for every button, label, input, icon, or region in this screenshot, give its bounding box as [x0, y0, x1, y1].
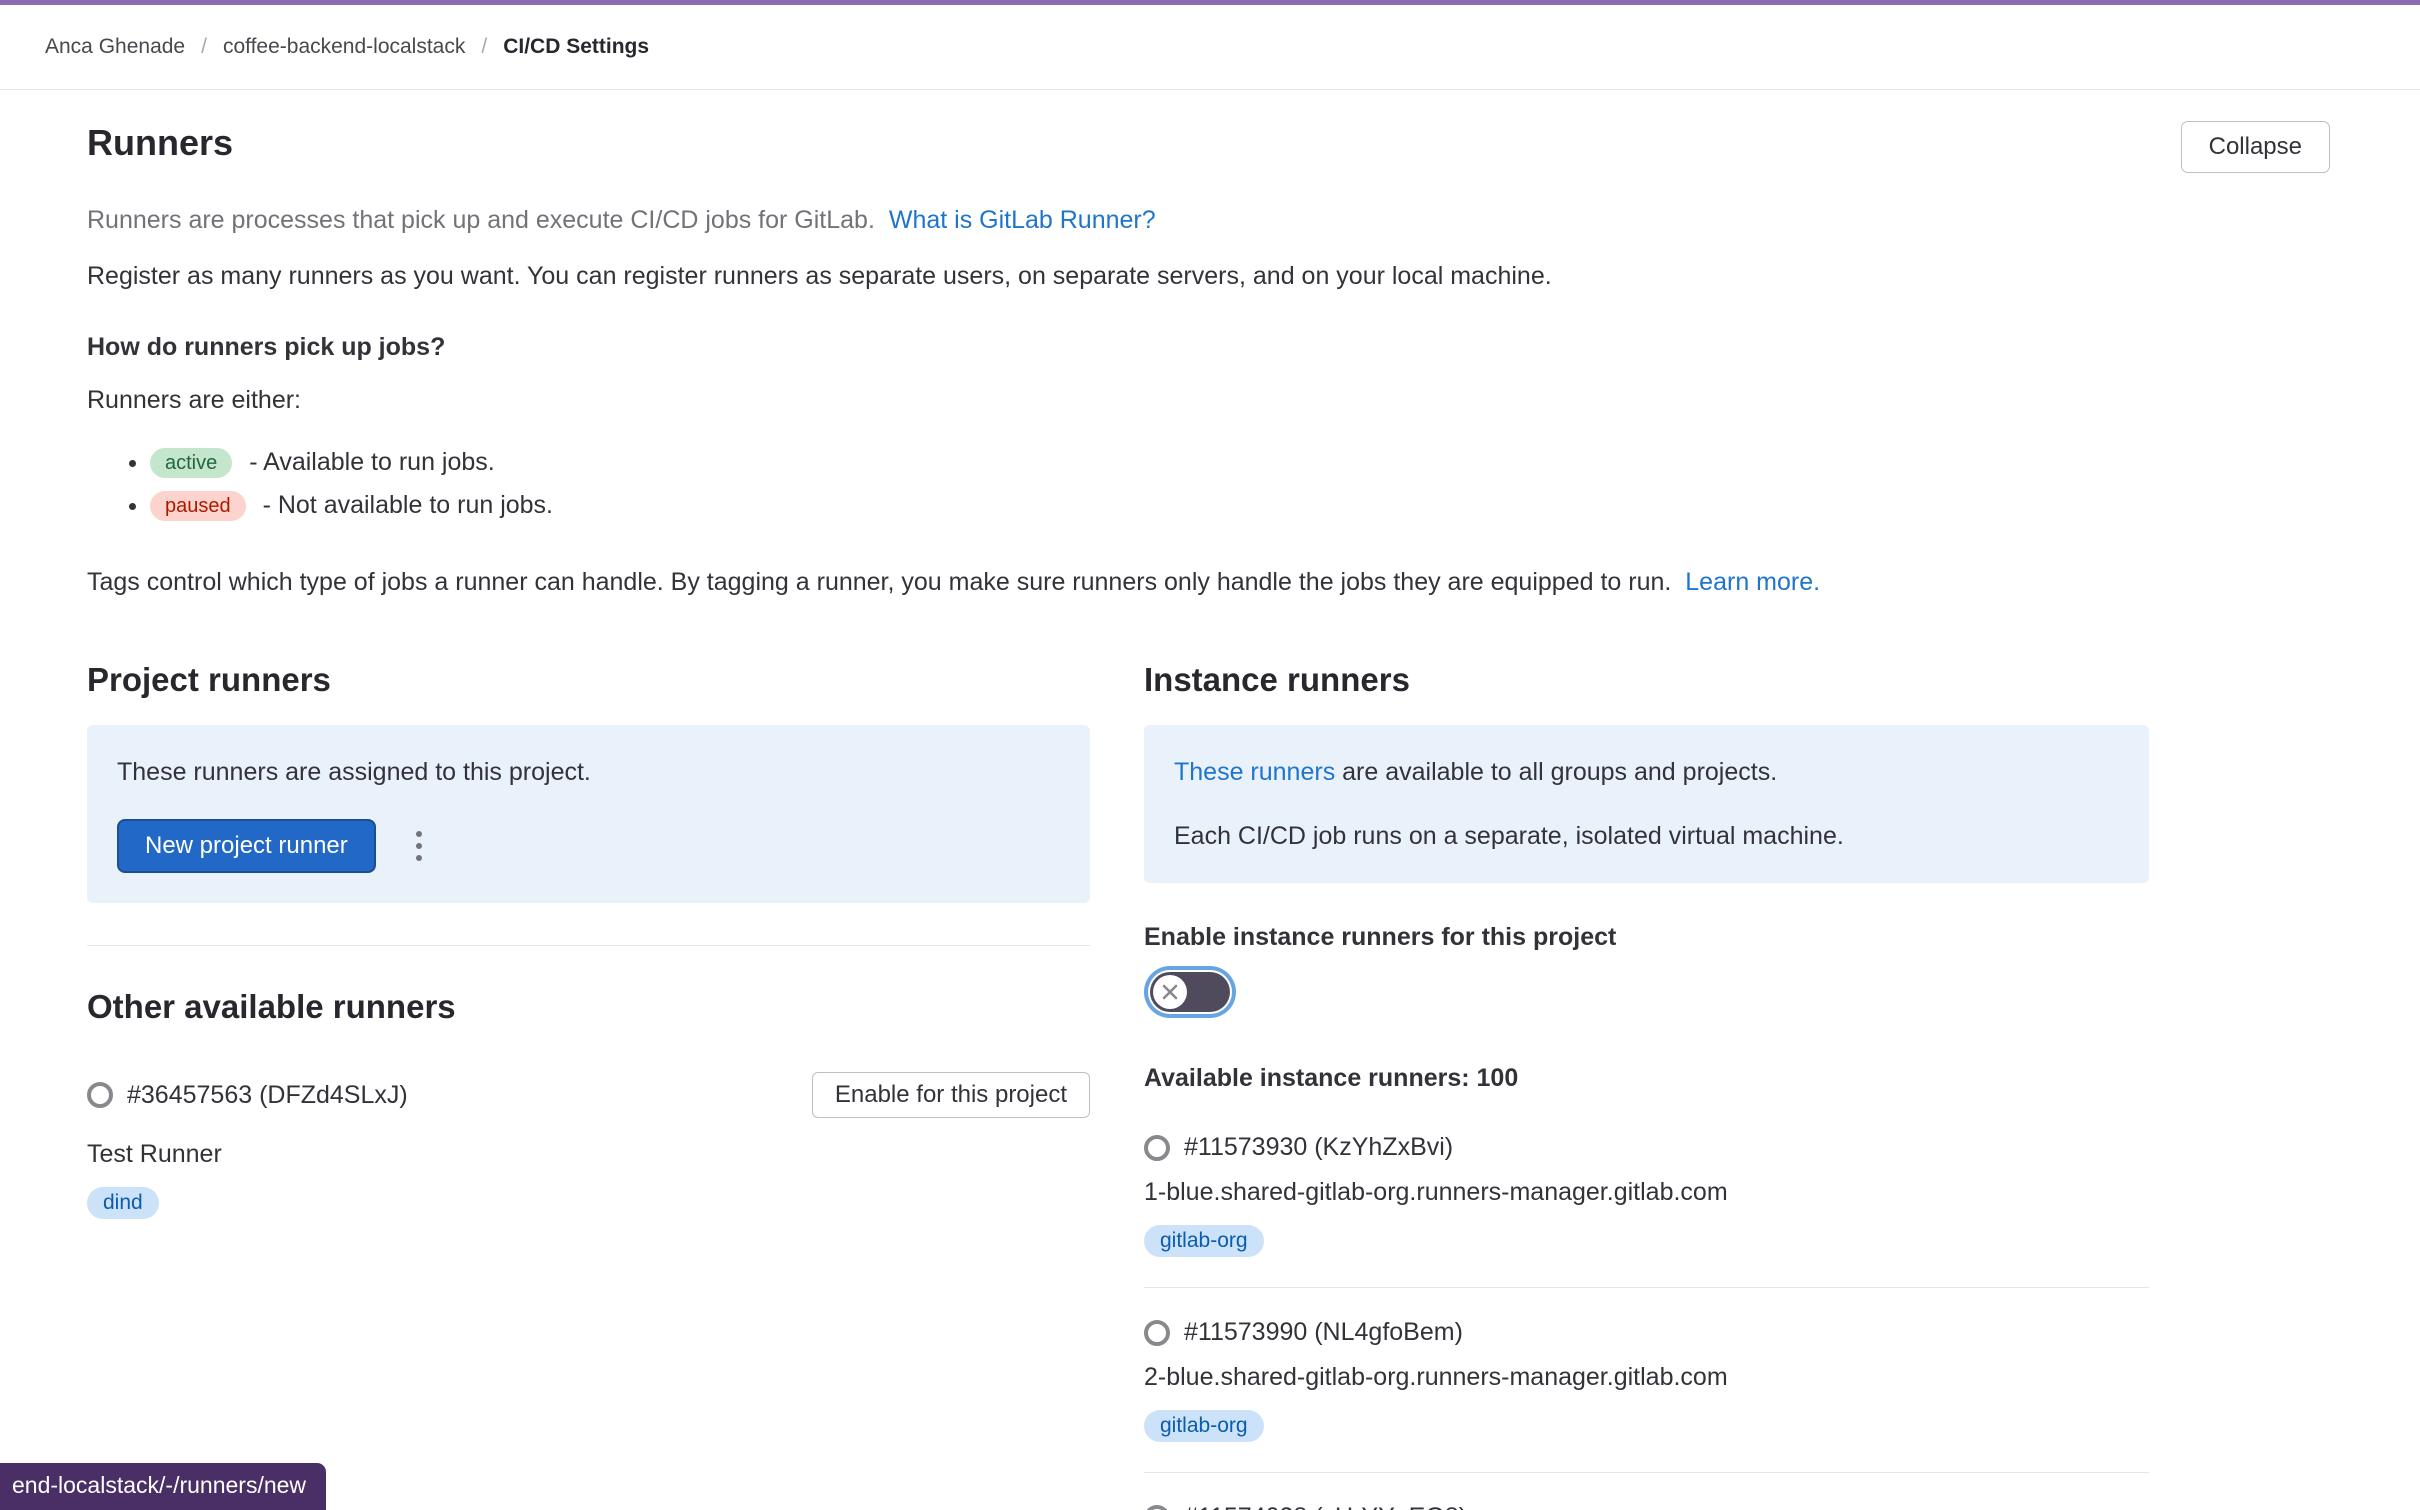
instance-runner-row: #11574038 (sUrYYgEG8) 3-blue.shared-gitl… — [1144, 1473, 2149, 1510]
instance-runners-info-text-rest: are available to all groups and projects… — [1342, 758, 1777, 786]
paused-badge-description: - Not available to run jobs. — [263, 491, 553, 519]
available-instance-runners-label: Available instance runners: 100 — [1144, 1064, 2149, 1093]
runners-description: Runners are processes that pick up and e… — [87, 203, 2330, 237]
instance-runner-row: #11573930 (KzYhZxBvi) 1-blue.shared-gitl… — [1144, 1133, 2149, 1288]
instance-runner-id-link[interactable]: #11573990 (NL4gfoBem) — [1184, 1318, 1463, 1347]
runner-status-circle-icon — [1144, 1505, 1170, 1510]
other-runner-title-wrap: #36457563 (DFZd4SLxJ) — [87, 1081, 408, 1110]
runner-status-circle-icon — [87, 1082, 113, 1108]
list-item: paused - Not available to run jobs. — [150, 486, 2330, 525]
breadcrumb: Anca Ghenade / coffee-backend-localstack… — [45, 35, 649, 59]
instance-runners-info-box: These runners are available to all group… — [1144, 725, 2149, 883]
enable-instance-runners-label: Enable instance runners for this project — [1144, 923, 2149, 952]
runner-status-circle-icon — [1144, 1320, 1170, 1346]
tags-explanation: Tags control which type of jobs a runner… — [87, 565, 2330, 599]
project-runners-info-text: These runners are assigned to this proje… — [117, 755, 1060, 789]
vertical-ellipsis-icon[interactable] — [408, 823, 430, 869]
instance-runner-row: #11573990 (NL4gfoBem) 2-blue.shared-gitl… — [1144, 1288, 2149, 1473]
active-badge-description: - Available to run jobs. — [249, 448, 495, 476]
instance-runners-toggle[interactable] — [1150, 972, 1230, 1012]
new-project-runner-button[interactable]: New project runner — [117, 819, 376, 873]
instance-runners-title: Instance runners — [1144, 659, 2149, 701]
instance-runner-title-wrap: #11573930 (KzYhZxBvi) — [1144, 1133, 2149, 1162]
breadcrumb-separator: / — [201, 35, 207, 59]
learn-more-link[interactable]: Learn more. — [1685, 568, 1820, 596]
breadcrumb-bar: Anca Ghenade / coffee-backend-localstack… — [0, 5, 2420, 90]
instance-runner-id-link[interactable]: #11573930 (KzYhZxBvi) — [1184, 1133, 1453, 1162]
runner-tag: gitlab-org — [1144, 1225, 1264, 1257]
runner-tag: dind — [87, 1187, 159, 1219]
breadcrumb-link-user[interactable]: Anca Ghenade — [45, 35, 185, 59]
these-runners-link[interactable]: These runners — [1174, 758, 1335, 786]
toggle-knob — [1153, 975, 1187, 1009]
runners-description-text: Runners are processes that pick up and e… — [87, 206, 875, 234]
section-header: Runners Collapse — [87, 121, 2330, 173]
list-item: active - Available to run jobs. — [150, 443, 2330, 482]
project-runners-column: Project runners These runners are assign… — [87, 659, 1090, 1510]
instance-runners-column: Instance runners These runners are avail… — [1144, 659, 2149, 1510]
paused-badge: paused — [150, 491, 246, 521]
how-runners-heading: How do runners pick up jobs? — [87, 333, 2330, 362]
other-runner-row: #36457563 (DFZd4SLxJ) Enable for this pr… — [87, 1072, 1090, 1118]
instance-runner-title-wrap: #11573990 (NL4gfoBem) — [1144, 1318, 2149, 1347]
x-icon — [1160, 982, 1180, 1002]
instance-runner-title-wrap: #11574038 (sUrYYgEG8) — [1144, 1503, 2149, 1510]
runner-tag: gitlab-org — [1144, 1410, 1264, 1442]
other-available-runners-title: Other available runners — [87, 986, 1090, 1028]
section-divider — [87, 945, 1090, 946]
breadcrumb-link-project[interactable]: coffee-backend-localstack — [223, 35, 465, 59]
project-runners-title: Project runners — [87, 659, 1090, 701]
breadcrumb-current-page: CI/CD Settings — [503, 35, 649, 59]
instance-runners-list: #11573930 (KzYhZxBvi) 1-blue.shared-gitl… — [1144, 1133, 2149, 1510]
browser-status-url: end-localstack/-/runners/new — [0, 1463, 326, 1510]
instance-runners-info-text2: Each CI/CD job runs on a separate, isola… — [1174, 819, 2119, 853]
what-is-gitlab-runner-link[interactable]: What is GitLab Runner? — [889, 206, 1156, 234]
runner-status-circle-icon — [1144, 1135, 1170, 1161]
project-runners-actions: New project runner — [117, 819, 1060, 873]
instance-runner-id-link[interactable]: #11574038 (sUrYYgEG8) — [1184, 1503, 1467, 1510]
tags-explanation-text: Tags control which type of jobs a runner… — [87, 568, 1671, 596]
project-runners-info-box: These runners are assigned to this proje… — [87, 725, 1090, 903]
active-badge: active — [150, 448, 232, 478]
runners-columns: Project runners These runners are assign… — [87, 659, 2330, 1510]
runner-states-list: active - Available to run jobs. paused -… — [87, 443, 2330, 525]
page-title: Runners — [87, 121, 233, 165]
instance-runner-host: 1-blue.shared-gitlab-org.runners-manager… — [1144, 1178, 2149, 1207]
instance-runners-info-text: These runners are available to all group… — [1174, 755, 2119, 789]
other-runner-description: Test Runner — [87, 1140, 1090, 1169]
breadcrumb-separator: / — [481, 35, 487, 59]
runners-are-either-text: Runners are either: — [87, 386, 2330, 415]
collapse-button[interactable]: Collapse — [2181, 121, 2330, 173]
runners-settings-section: Runners Collapse Runners are processes t… — [0, 90, 2420, 1510]
register-text: Register as many runners as you want. Yo… — [87, 259, 2330, 293]
other-runner-id-link[interactable]: #36457563 (DFZd4SLxJ) — [127, 1081, 408, 1110]
enable-for-this-project-button[interactable]: Enable for this project — [812, 1072, 1090, 1118]
instance-runner-host: 2-blue.shared-gitlab-org.runners-manager… — [1144, 1363, 2149, 1392]
